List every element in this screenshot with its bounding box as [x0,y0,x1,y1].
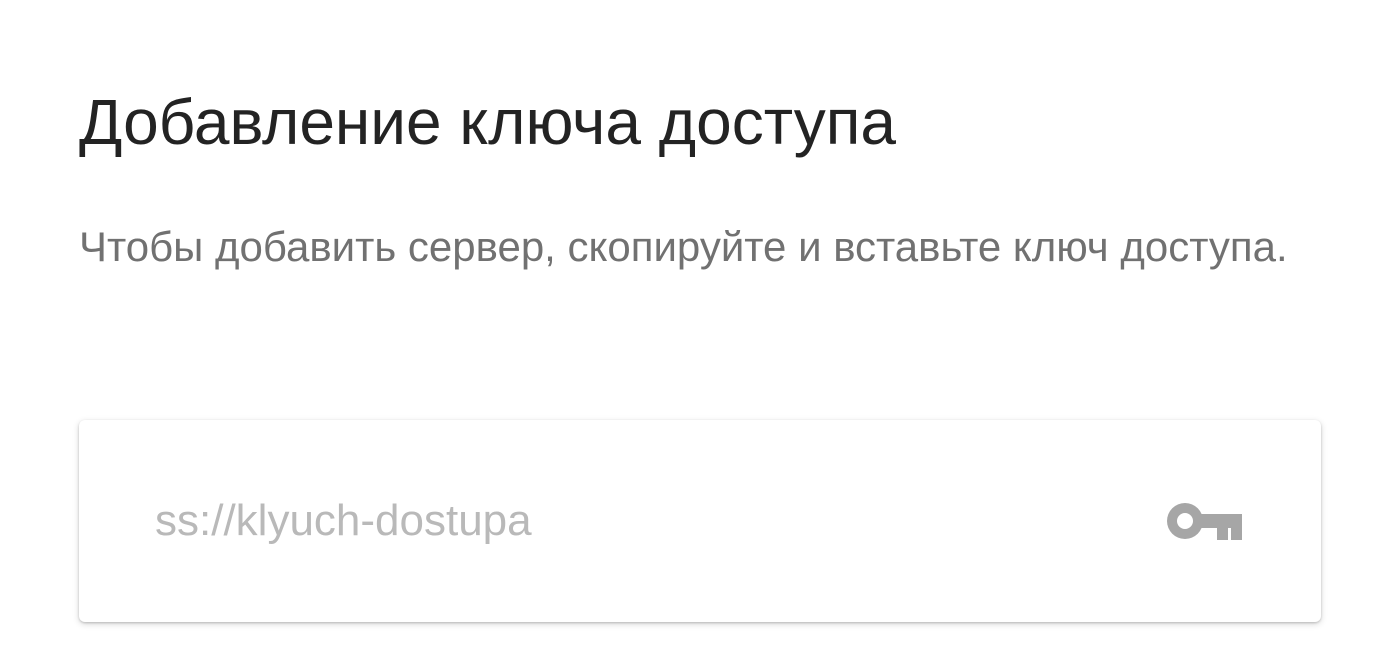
access-key-field[interactable] [79,420,1321,622]
dialog-description: Чтобы добавить сервер, скопируйте и вста… [79,223,1288,270]
access-key-input[interactable] [155,491,1135,551]
key-icon [1166,502,1242,540]
dialog-title: Добавление ключа доступа [79,86,896,158]
